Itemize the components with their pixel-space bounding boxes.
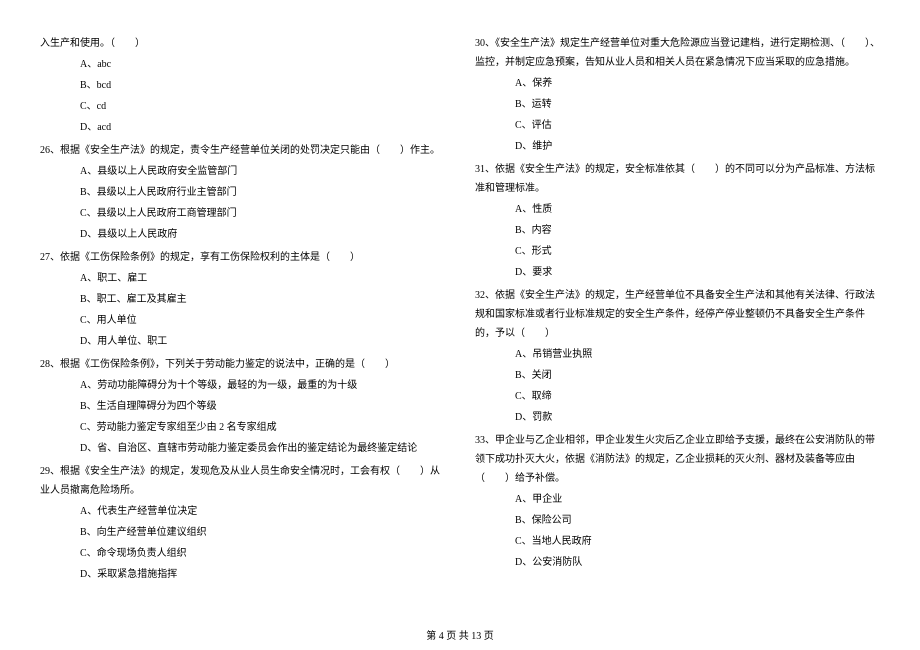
right-column: 30、《安全生产法》规定生产经营单位对重大危险源应当登记建档，进行定期检测、（ … [475,30,880,620]
q32-option-c: C、取缔 [475,387,880,406]
q26-text: 26、根据《安全生产法》的规定，责令生产经营单位关闭的处罚决定只能由（ ）作主。 [40,141,445,160]
q28-option-c: C、劳动能力鉴定专家组至少由 2 名专家组成 [40,418,445,437]
q29-option-c: C、命令现场负责人组织 [40,544,445,563]
q28-text: 28、根据《工伤保险条例》，下列关于劳动能力鉴定的说法中，正确的是（ ） [40,355,445,374]
q26-option-c: C、县级以上人民政府工商管理部门 [40,204,445,223]
q30-option-b: B、运转 [475,95,880,114]
q25-option-a: A、abc [40,55,445,74]
q33-option-a: A、甲企业 [475,490,880,509]
q26-option-a: A、县级以上人民政府安全监管部门 [40,162,445,181]
q29-text: 29、根据《安全生产法》的规定，发现危及从业人员生命安全情况时，工会有权（ ）从… [40,462,445,500]
q29-option-b: B、向生产经营单位建议组织 [40,523,445,542]
q33-text: 33、甲企业与乙企业相邻，甲企业发生火灾后乙企业立即给予支援，最终在公安消防队的… [475,431,880,488]
q26-option-b: B、县级以上人民政府行业主管部门 [40,183,445,202]
q29-option-a: A、代表生产经营单位决定 [40,502,445,521]
q25-option-c: C、cd [40,97,445,116]
q31-text: 31、依据《安全生产法》的规定，安全标准依其（ ）的不同可以分为产品标准、方法标… [475,160,880,198]
q29-option-d: D、采取紧急措施指挥 [40,565,445,584]
q28-option-b: B、生活自理障碍分为四个等级 [40,397,445,416]
q25-option-d: D、acd [40,118,445,137]
q31-option-c: C、形式 [475,242,880,261]
q28-option-d: D、省、自治区、直辖市劳动能力鉴定委员会作出的鉴定结论为最终鉴定结论 [40,439,445,458]
q30-text: 30、《安全生产法》规定生产经营单位对重大危险源应当登记建档，进行定期检测、（ … [475,34,880,72]
q33-option-c: C、当地人民政府 [475,532,880,551]
q31-option-b: B、内容 [475,221,880,240]
q32-option-a: A、吊销营业执照 [475,345,880,364]
q32-text: 32、依据《安全生产法》的规定，生产经营单位不具备安全生产法和其他有关法律、行政… [475,286,880,343]
q25-option-b: B、bcd [40,76,445,95]
q27-option-d: D、用人单位、职工 [40,332,445,351]
q28-option-a: A、劳动功能障碍分为十个等级，最轻的为一级，最重的为十级 [40,376,445,395]
q30-option-c: C、评估 [475,116,880,135]
q27-option-a: A、职工、雇工 [40,269,445,288]
left-column: 入生产和使用。（ ） A、abc B、bcd C、cd D、acd 26、根据《… [40,30,445,620]
q33-option-b: B、保险公司 [475,511,880,530]
content-columns: 入生产和使用。（ ） A、abc B、bcd C、cd D、acd 26、根据《… [40,30,880,620]
q30-option-a: A、保养 [475,74,880,93]
q30-option-d: D、维护 [475,137,880,156]
q26-option-d: D、县级以上人民政府 [40,225,445,244]
q27-option-b: B、职工、雇工及其雇主 [40,290,445,309]
q33-option-d: D、公安消防队 [475,553,880,572]
q27-option-c: C、用人单位 [40,311,445,330]
q32-option-b: B、关闭 [475,366,880,385]
page-footer: 第 4 页 共 13 页 [0,627,920,642]
q32-option-d: D、罚款 [475,408,880,427]
q31-option-a: A、性质 [475,200,880,219]
q25-tail: 入生产和使用。（ ） [40,34,445,53]
q27-text: 27、依据《工伤保险条例》的规定，享有工伤保险权利的主体是（ ） [40,248,445,267]
q31-option-d: D、要求 [475,263,880,282]
